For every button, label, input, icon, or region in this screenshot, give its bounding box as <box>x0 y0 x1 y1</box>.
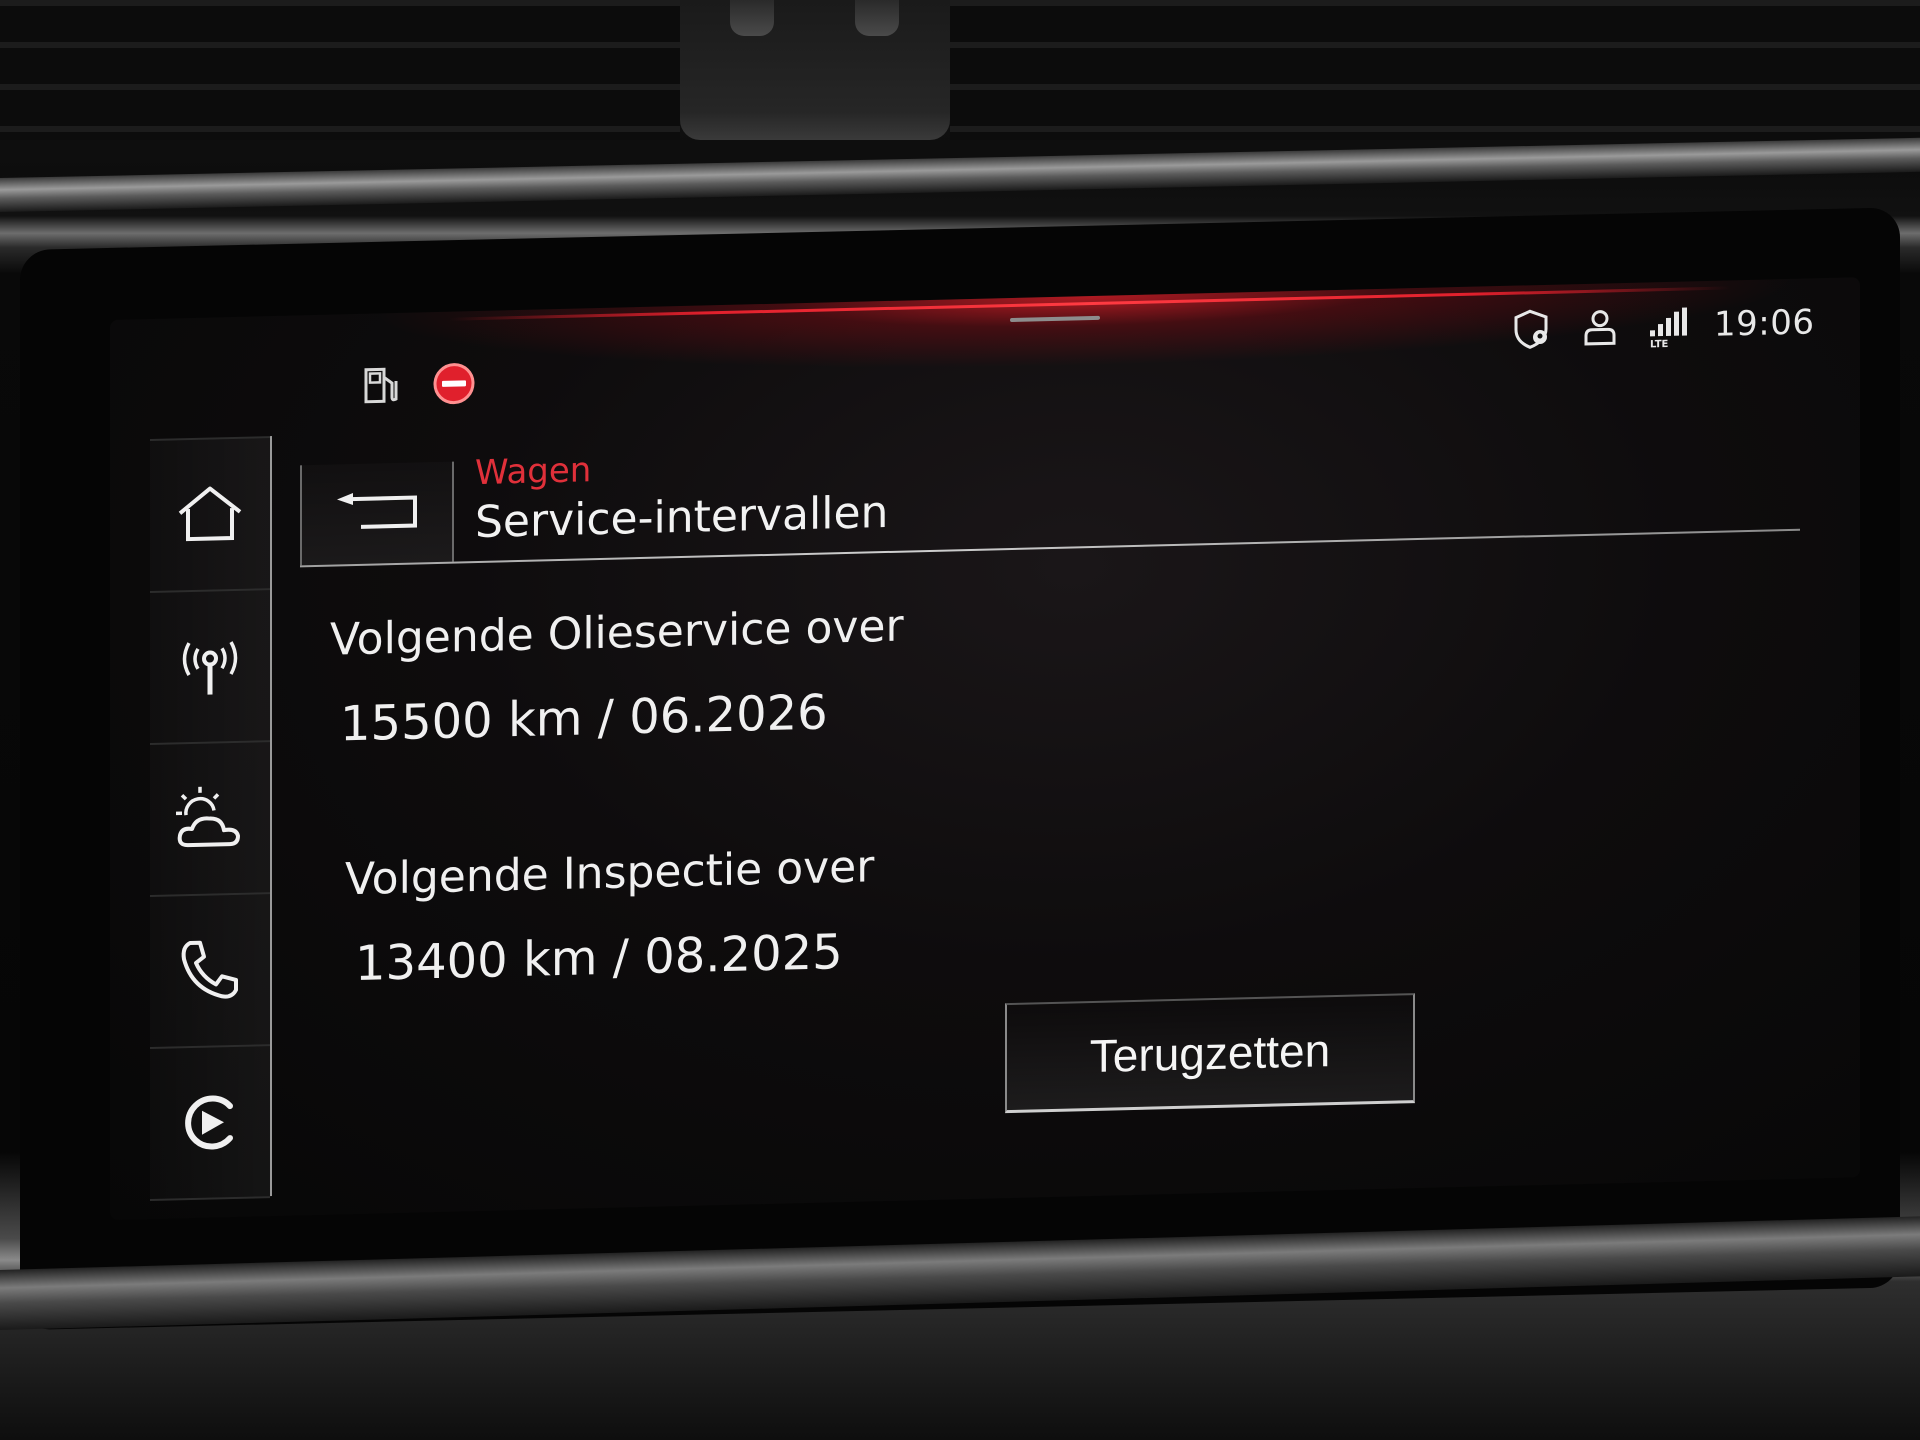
lte-label: LTE <box>1650 339 1669 349</box>
location-shield-icon[interactable] <box>1510 307 1554 352</box>
status-bar-left <box>360 361 476 408</box>
lte-signal-icon[interactable]: LTE <box>1646 303 1690 348</box>
vent-knob-right <box>855 0 899 36</box>
infotainment-screen: LTE 19:06 Wagen Service-intervallen Volg… <box>110 277 1860 1220</box>
back-button[interactable] <box>300 461 454 566</box>
weather-icon <box>176 786 240 848</box>
sidebar-item-radio[interactable] <box>150 590 270 746</box>
media-play-icon <box>185 1095 233 1150</box>
vent-knob-left <box>730 0 774 36</box>
oil-service-label: Volgende Olieservice over <box>330 600 904 666</box>
radio-antenna-icon <box>182 641 238 695</box>
status-clock: 19:06 <box>1714 302 1815 345</box>
oil-service-value: 15500 km / 06.2026 <box>340 684 828 753</box>
air-vent-left <box>0 0 680 140</box>
sidebar-nav <box>150 436 272 1202</box>
breadcrumb[interactable]: Wagen <box>475 450 591 493</box>
no-entry-icon[interactable] <box>432 361 476 406</box>
air-vent-center <box>680 0 950 140</box>
reset-button[interactable]: Terugzetten <box>1005 993 1415 1114</box>
sidebar-item-media[interactable] <box>150 1046 270 1202</box>
inspection-value: 13400 km / 08.2025 <box>355 924 843 993</box>
page-title: Service-intervallen <box>475 486 889 549</box>
back-arrow-icon <box>337 493 417 529</box>
car-dashboard-photo: LTE 19:06 Wagen Service-intervallen Volg… <box>0 0 1920 1440</box>
user-profile-icon[interactable] <box>1578 305 1622 350</box>
status-bar-right: LTE 19:06 <box>1510 300 1814 351</box>
phone-icon <box>181 940 238 999</box>
sidebar-item-phone[interactable] <box>150 894 270 1050</box>
page-header: Wagen Service-intervallen <box>300 398 1810 568</box>
home-icon <box>178 486 242 542</box>
sidebar-item-home[interactable] <box>150 436 270 594</box>
air-vent-right <box>950 0 1920 140</box>
inspection-label: Volgende Inspectie over <box>345 841 875 906</box>
sidebar-item-weather[interactable] <box>150 742 270 898</box>
fuel-pump-icon[interactable] <box>360 363 404 408</box>
dashboard-trim-top <box>0 137 1920 212</box>
